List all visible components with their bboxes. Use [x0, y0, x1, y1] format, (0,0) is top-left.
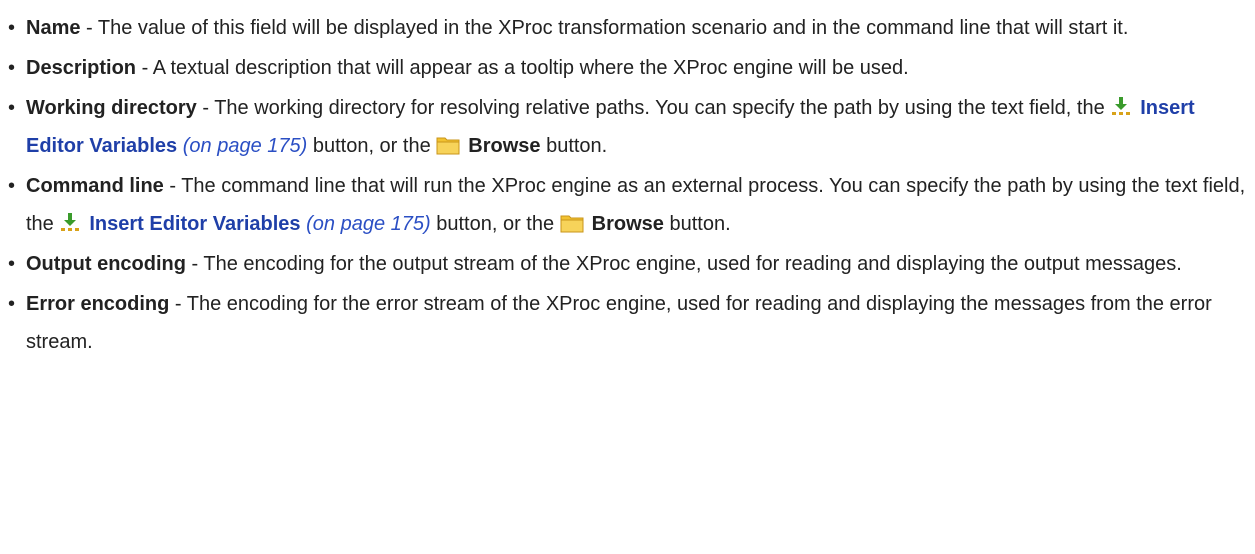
- browse-label: Browse: [468, 135, 541, 157]
- inline-text: button.: [540, 135, 608, 157]
- bullet: •: [8, 293, 16, 315]
- field-term: Name: [26, 17, 81, 39]
- inline-text: button, or the: [307, 135, 437, 157]
- field-description: - A textual description that will appear…: [136, 57, 909, 79]
- insert-editor-variables-icon: [59, 211, 81, 233]
- page-reference[interactable]: (on page 175): [183, 135, 308, 157]
- list-item-name: • Name - The value of this field will be…: [8, 9, 1246, 47]
- field-description: - The working directory for resolving re…: [196, 97, 1111, 119]
- field-term: Output encoding: [26, 253, 186, 275]
- list-item-error-encoding: • Error encoding - The encoding for the …: [8, 285, 1246, 361]
- field-description: - The encoding for the error stream of t…: [26, 293, 1212, 353]
- field-term: Command line: [26, 175, 164, 197]
- inline-text: button.: [663, 213, 731, 235]
- list-item-command-line: • Command line - The command line that w…: [8, 167, 1246, 243]
- insert-editor-variables-link[interactable]: Insert Editor Variables: [89, 213, 300, 235]
- document-body: • Name - The value of this field will be…: [0, 0, 1255, 361]
- list-item-description: • Description - A textual description th…: [8, 49, 1246, 87]
- browse-label: Browse: [591, 213, 664, 235]
- field-list: • Name - The value of this field will be…: [8, 9, 1255, 361]
- insert-editor-variables-icon: [1110, 95, 1132, 117]
- field-description: - The encoding for the output stream of …: [185, 253, 1182, 275]
- bullet: •: [8, 97, 16, 119]
- bullet: •: [8, 253, 16, 275]
- field-description: - The value of this field will be displa…: [80, 17, 1129, 39]
- list-item-output-encoding: • Output encoding - The encoding for the…: [8, 245, 1246, 283]
- bullet: •: [8, 17, 16, 39]
- field-term: Working directory: [26, 97, 197, 119]
- folder-icon: [436, 135, 460, 155]
- field-term: Description: [26, 57, 137, 79]
- page-reference[interactable]: (on page 175): [306, 213, 431, 235]
- bullet: •: [8, 175, 16, 197]
- folder-icon: [560, 213, 584, 233]
- bullet: •: [8, 57, 16, 79]
- field-term: Error encoding: [26, 293, 170, 315]
- list-item-working-directory: • Working directory - The working direct…: [8, 89, 1246, 165]
- inline-text: button, or the: [430, 213, 560, 235]
